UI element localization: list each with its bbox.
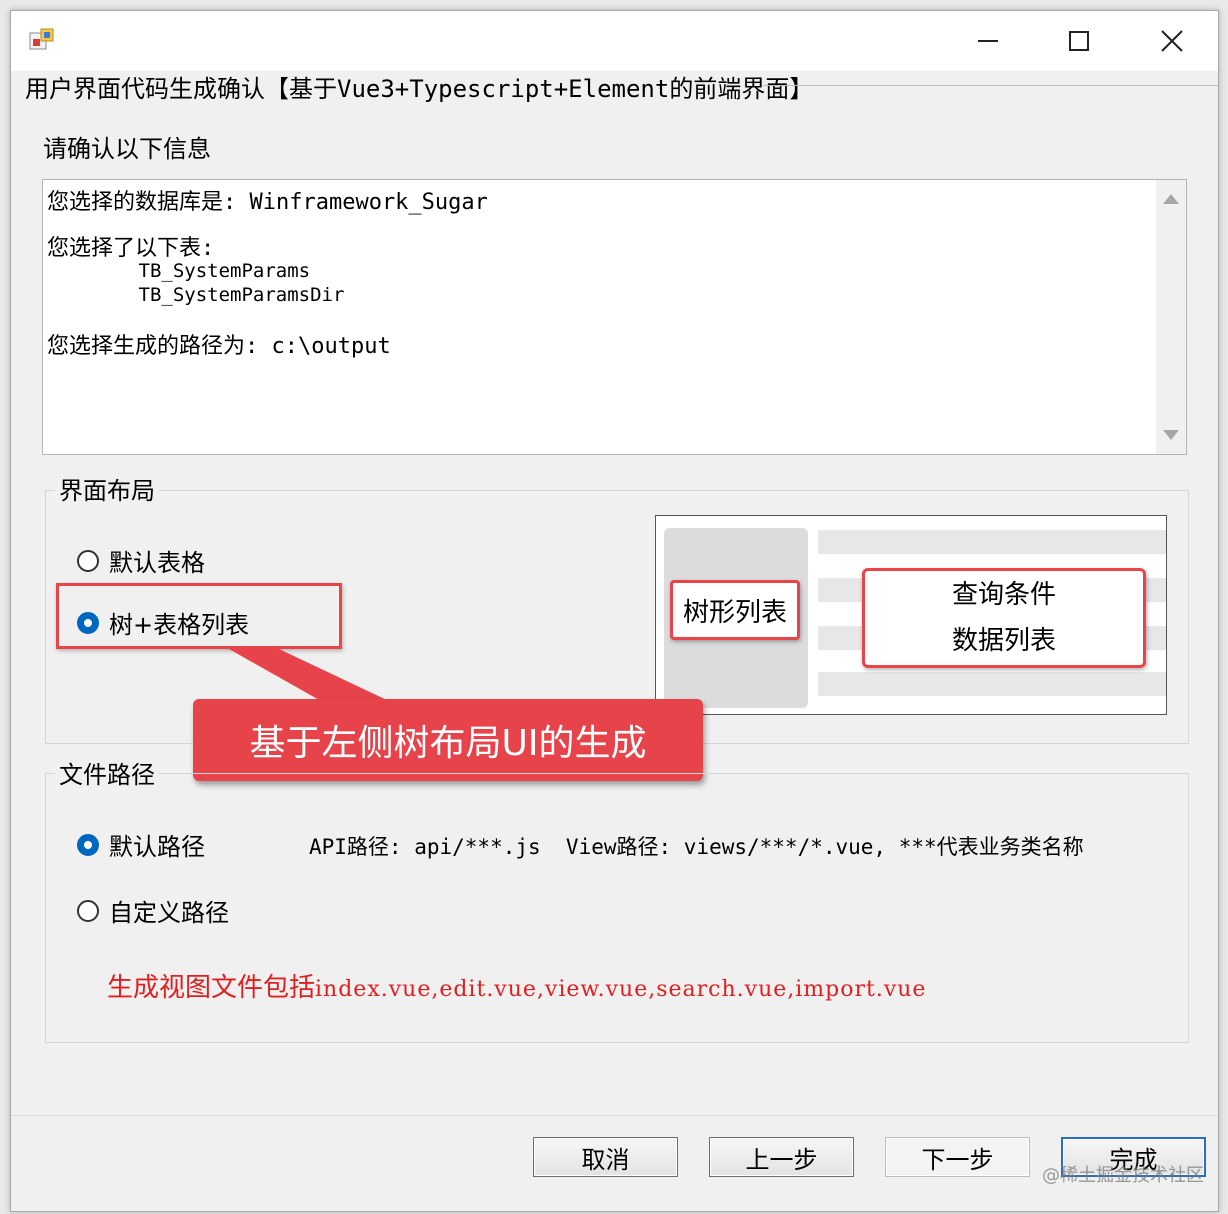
- radio-default-table[interactable]: 默认表格: [77, 543, 205, 578]
- radio-custom-path-label: 自定义路径: [109, 899, 229, 927]
- summary-path-line: 您选择生成的路径为: c:\output: [47, 334, 391, 359]
- header-divider: [763, 85, 1218, 86]
- summary-tables-line: 您选择了以下表:: [47, 236, 215, 261]
- path-info-text: API路径: api/***.js View路径: views/***/*.vu…: [309, 835, 1084, 859]
- radio-unchecked-icon: [77, 549, 99, 572]
- maximize-icon: [1069, 31, 1089, 51]
- maximize-button[interactable]: [1044, 19, 1114, 63]
- previous-button[interactable]: 上一步: [709, 1137, 854, 1177]
- summary-table-item: TB_SystemParams: [47, 260, 311, 282]
- cancel-button[interactable]: 取消: [533, 1137, 678, 1177]
- generated-files-list: index.vue,edit.vue,view.vue,search.vue,i…: [315, 977, 927, 1002]
- annotation-callout: 基于左侧树布局UI的生成: [193, 699, 703, 781]
- page-title: 用户界面代码生成确认【基于Vue3+Typescript+Element的前端界…: [25, 75, 814, 103]
- radio-unchecked-icon: [77, 899, 99, 922]
- radio-default-path-label: 默认路径: [109, 833, 205, 861]
- radio-checked-icon: [77, 833, 99, 856]
- summary-database-line: 您选择的数据库是: Winframework_Sugar: [47, 190, 488, 215]
- path-group-legend: 文件路径: [55, 755, 159, 790]
- generated-files-prefix: 生成视图文件包括: [107, 973, 316, 1003]
- layout-group-legend: 界面布局: [55, 471, 159, 506]
- title-bar[interactable]: [11, 11, 1218, 71]
- preview-stripe: [818, 672, 1166, 696]
- summary-textbox[interactable]: 您选择的数据库是: Winframework_Sugar 您选择了以下表: TB…: [42, 179, 1187, 455]
- preview-stripe: [818, 530, 1166, 554]
- minimize-button[interactable]: [953, 19, 1023, 63]
- close-icon: [1161, 30, 1183, 52]
- radio-custom-path[interactable]: 自定义路径: [77, 893, 229, 928]
- next-button[interactable]: 下一步: [885, 1137, 1030, 1177]
- confirm-label: 请确认以下信息: [43, 135, 211, 163]
- layout-preview-image: 树形列表 查询条件 数据列表: [655, 515, 1167, 715]
- radio-default-table-label: 默认表格: [109, 549, 205, 577]
- preview-main-area: 查询条件 数据列表: [862, 568, 1146, 668]
- app-icon: [29, 28, 54, 50]
- footer-divider: [11, 1115, 1218, 1116]
- preview-tree-label: 树形列表: [670, 580, 800, 640]
- minimize-icon: [978, 40, 998, 42]
- preview-list-label: 数据列表: [951, 626, 1056, 656]
- preview-query-label: 查询条件: [951, 580, 1056, 610]
- scroll-down-icon[interactable]: [1163, 430, 1179, 440]
- annotation-highlight: [56, 583, 342, 649]
- vertical-scrollbar[interactable]: [1156, 180, 1186, 454]
- radio-default-path[interactable]: 默认路径: [77, 827, 205, 862]
- wizard-window: 用户界面代码生成确认【基于Vue3+Typescript+Element的前端界…: [10, 10, 1219, 1212]
- summary-table-item: TB_SystemParamsDir: [47, 284, 345, 306]
- generated-files-note: 生成视图文件包括index.vue,edit.vue,view.vue,sear…: [107, 967, 926, 1004]
- close-button[interactable]: [1137, 19, 1207, 63]
- watermark: @稀土掘金技术社区: [1042, 1165, 1204, 1186]
- scroll-up-icon[interactable]: [1163, 194, 1179, 204]
